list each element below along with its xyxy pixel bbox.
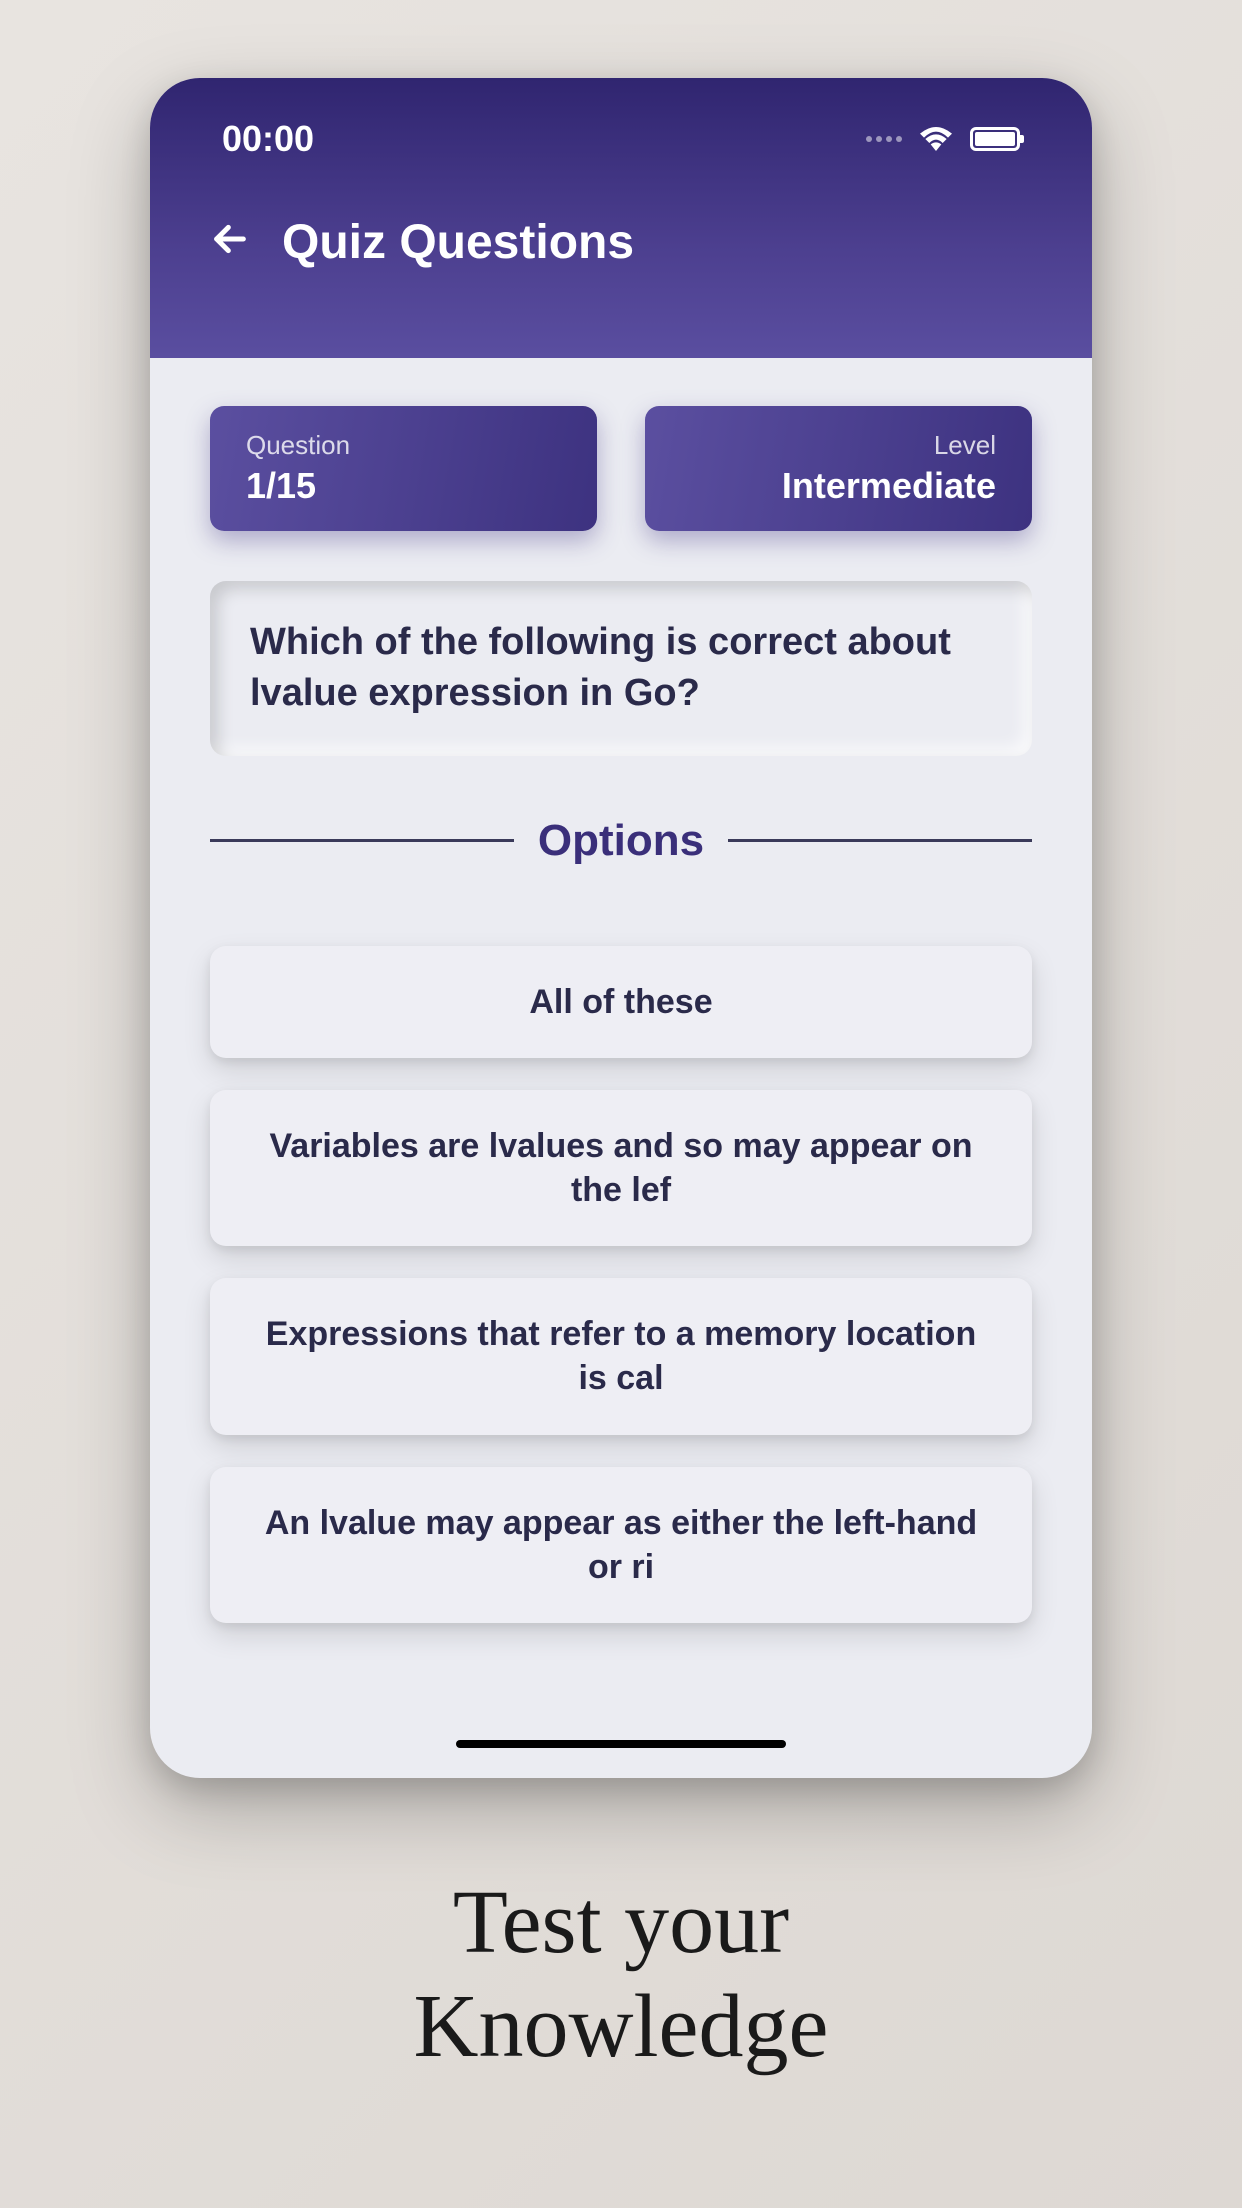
wifi-icon [920, 127, 952, 151]
back-button[interactable] [210, 219, 250, 267]
option-3[interactable]: Expressions that refer to a memory locat… [210, 1278, 1032, 1434]
level-card: Level Intermediate [645, 406, 1032, 531]
nav-row: Quiz Questions [210, 215, 1032, 270]
status-bar: 00:00 [210, 118, 1032, 160]
page-title: Quiz Questions [282, 215, 634, 270]
phone-frame: 00:00 Quiz Questions [150, 78, 1092, 1778]
tagline: Test your Knowledge [0, 1871, 1242, 2078]
question-box: Which of the following is correct about … [210, 581, 1032, 756]
options-title: Options [538, 816, 704, 866]
question-progress-card: Question 1/15 [210, 406, 597, 531]
status-right [866, 127, 1020, 151]
info-cards: Question 1/15 Level Intermediate [210, 406, 1032, 531]
divider-line [210, 839, 514, 842]
option-1[interactable]: All of these [210, 946, 1032, 1058]
option-2[interactable]: Variables are lvalues and so may appear … [210, 1090, 1032, 1246]
level-label: Level [681, 430, 996, 461]
option-text: An lvalue may appear as either the left-… [250, 1501, 992, 1589]
option-text: Variables are lvalues and so may appear … [250, 1124, 992, 1212]
divider-line [728, 839, 1032, 842]
question-text: Which of the following is correct about … [250, 617, 992, 720]
status-time: 00:00 [222, 118, 314, 160]
app-header: 00:00 Quiz Questions [150, 78, 1092, 358]
options-header: Options [210, 816, 1032, 866]
home-indicator[interactable] [456, 1740, 786, 1748]
battery-icon [970, 127, 1020, 151]
level-value: Intermediate [681, 465, 996, 507]
question-label: Question [246, 430, 561, 461]
option-text: Expressions that refer to a memory locat… [250, 1312, 992, 1400]
option-text: All of these [250, 980, 992, 1024]
option-4[interactable]: An lvalue may appear as either the left-… [210, 1467, 1032, 1623]
content-area: Question 1/15 Level Intermediate Which o… [150, 358, 1092, 1703]
question-progress: 1/15 [246, 465, 561, 507]
cellular-dots-icon [866, 136, 902, 142]
